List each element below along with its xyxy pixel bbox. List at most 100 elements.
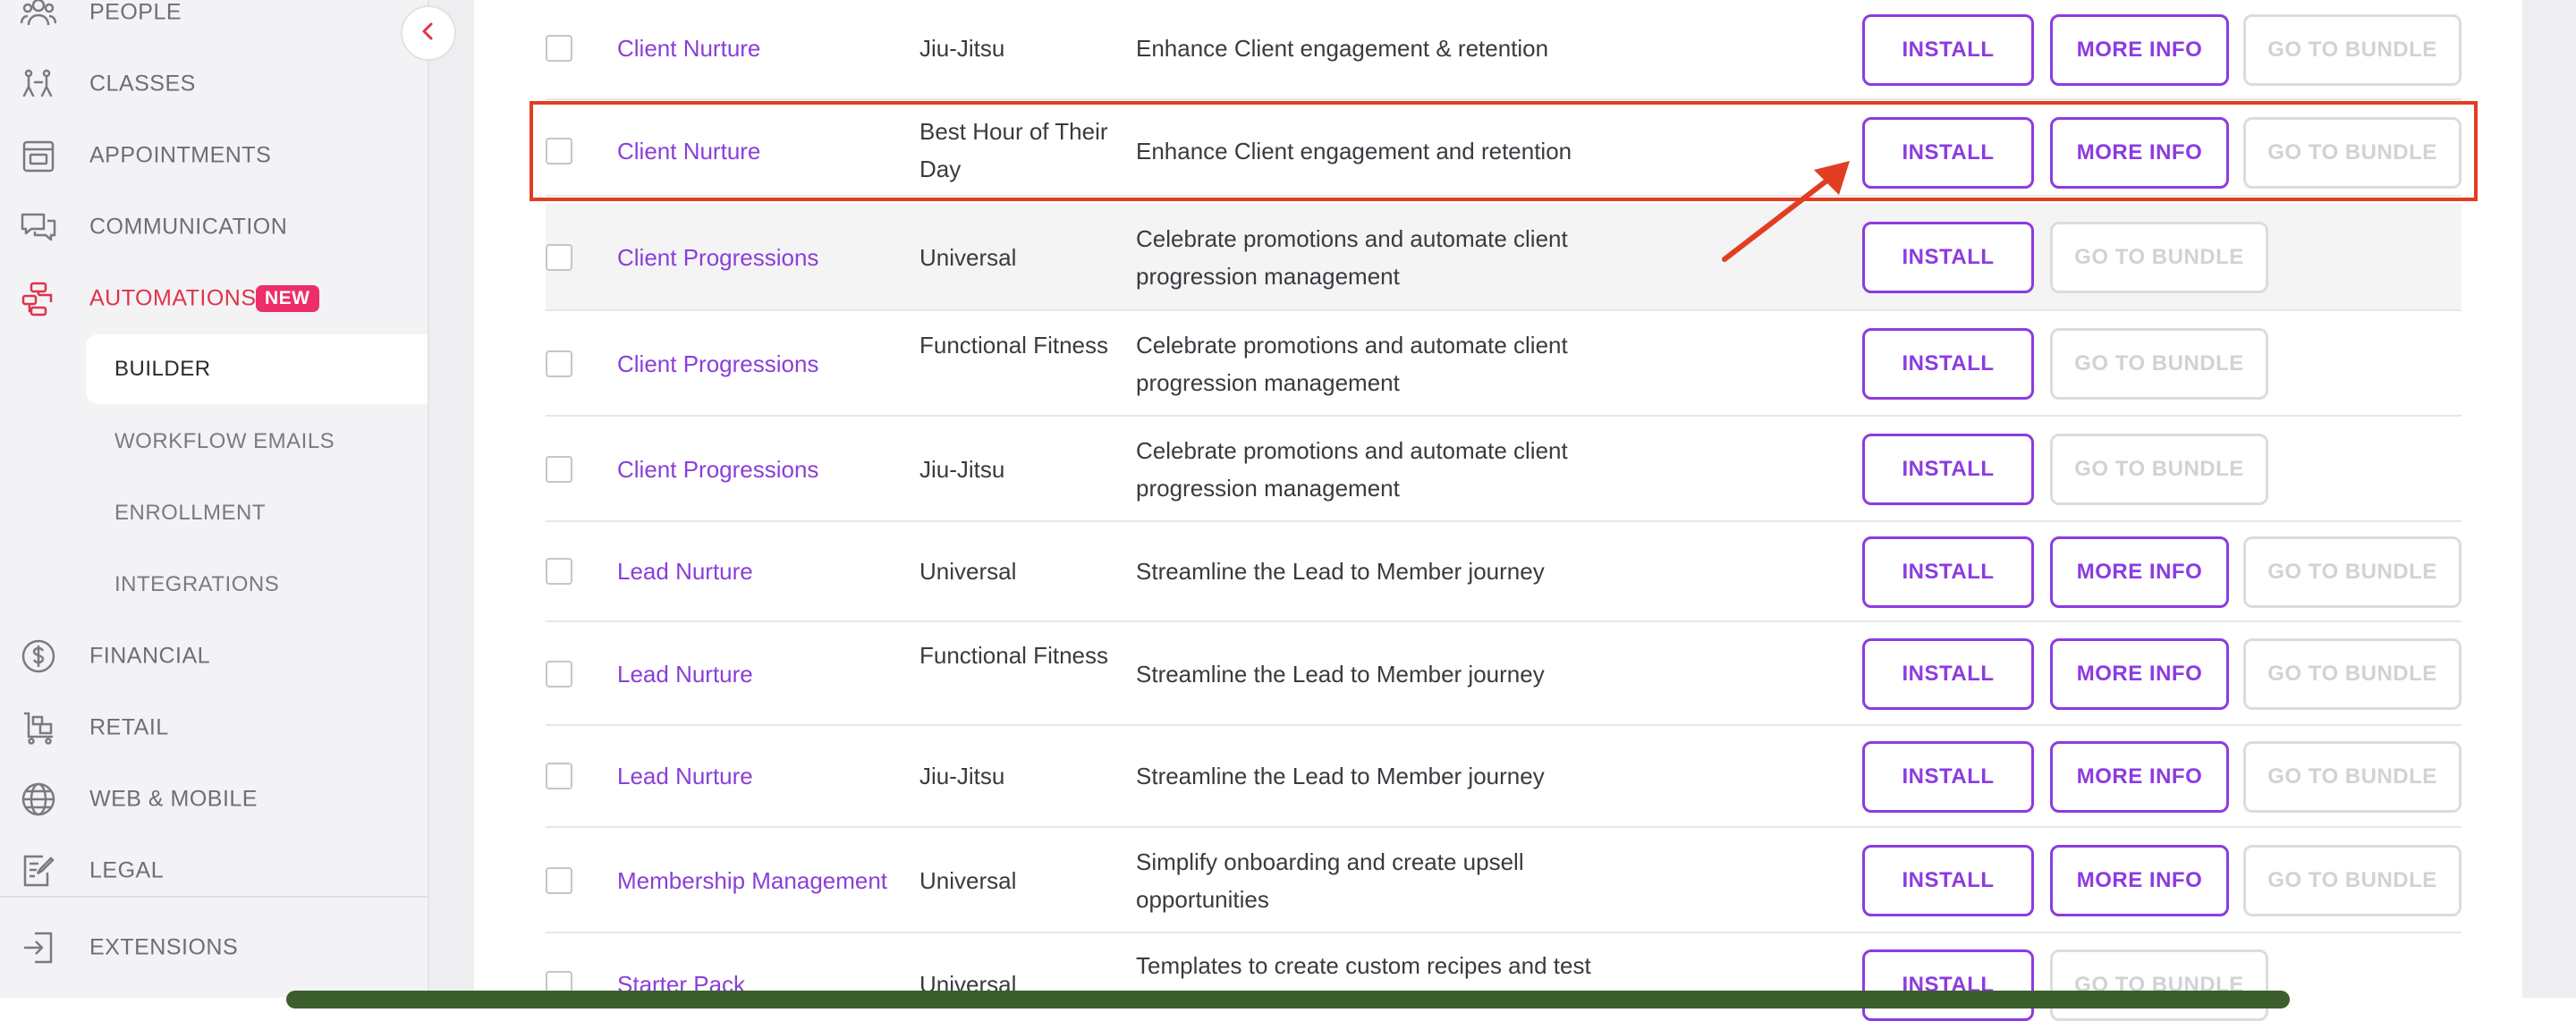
- nav-label-legal: LEGAL: [89, 857, 165, 883]
- dollar-icon: [20, 637, 57, 675]
- template-name-link[interactable]: Lead Nurture: [617, 661, 753, 688]
- go-to-bundle-button[interactable]: GO TO BUNDLE: [2050, 434, 2268, 505]
- go-to-bundle-button[interactable]: GO TO BUNDLE: [2243, 741, 2462, 813]
- table-row: Client Nurture Best Hour of Their Day En…: [546, 102, 2462, 197]
- calendar-icon: [20, 137, 57, 174]
- nav-item-extensions[interactable]: EXTENSIONS: [0, 916, 428, 980]
- template-description: Celebrate promotions and automate client…: [1136, 332, 1568, 396]
- row-checkbox[interactable]: [546, 350, 572, 377]
- collapse-sidebar-button[interactable]: [401, 5, 456, 61]
- go-to-bundle-button[interactable]: GO TO BUNDLE: [2243, 117, 2462, 189]
- go-to-bundle-button[interactable]: GO TO BUNDLE: [2243, 14, 2462, 86]
- template-name-link[interactable]: Client Progressions: [617, 350, 818, 378]
- table-row: Starter Pack Universal Templates to crea…: [546, 933, 2462, 1021]
- more-info-button[interactable]: MORE INFO: [2050, 14, 2229, 86]
- template-type: Jiu-Jitsu: [919, 456, 1005, 483]
- install-button[interactable]: INSTALL: [1862, 117, 2034, 189]
- template-type: Universal: [919, 558, 1017, 585]
- table-row: Client Progressions Functional Fitness C…: [546, 311, 2462, 417]
- install-button[interactable]: INSTALL: [1862, 328, 2034, 400]
- nav-item-people[interactable]: PEOPLE: [0, 0, 428, 45]
- table-row: Lead Nurture Universal Streamline the Le…: [546, 522, 2462, 622]
- template-name-link[interactable]: Client Nurture: [617, 35, 760, 63]
- nav-item-classes[interactable]: CLASSES: [0, 52, 428, 116]
- row-checkbox[interactable]: [546, 558, 572, 585]
- row-checkbox[interactable]: [546, 661, 572, 688]
- sub-item-integrations[interactable]: INTEGRATIONS: [86, 550, 428, 620]
- template-type: Jiu-Jitsu: [919, 35, 1005, 62]
- go-to-bundle-button[interactable]: GO TO BUNDLE: [2243, 845, 2462, 916]
- row-checkbox[interactable]: [546, 456, 572, 483]
- template-type: Functional Fitness: [919, 332, 1108, 359]
- template-description: Streamline the Lead to Member journey: [1136, 661, 1545, 688]
- sidebar-divider: [0, 896, 428, 898]
- people-icon: [20, 0, 57, 31]
- table-row: Membership Management Universal Simplify…: [546, 828, 2462, 933]
- install-button[interactable]: INSTALL: [1862, 536, 2034, 608]
- sub-item-builder[interactable]: BUILDER: [86, 334, 428, 404]
- table-row: Lead Nurture Functional Fitness Streamli…: [546, 622, 2462, 726]
- table-row: Client Progressions Universal Celebrate …: [546, 204, 2462, 311]
- automation-templates-table: Client Nurture Jiu-Jitsu Enhance Client …: [474, 0, 2522, 1021]
- nav-item-communication[interactable]: COMMUNICATION: [0, 195, 428, 259]
- more-info-button[interactable]: MORE INFO: [2050, 117, 2229, 189]
- go-to-bundle-button[interactable]: GO TO BUNDLE: [2050, 949, 2268, 1021]
- template-type: Best Hour of Their Day: [919, 118, 1108, 182]
- template-name-link[interactable]: Lead Nurture: [617, 558, 753, 586]
- sub-item-enrollment[interactable]: ENROLLMENT: [86, 478, 428, 548]
- nav-label-communication: COMMUNICATION: [89, 214, 288, 240]
- template-description: Celebrate promotions and automate client…: [1136, 437, 1568, 502]
- more-info-button[interactable]: MORE INFO: [2050, 741, 2229, 813]
- install-button[interactable]: INSTALL: [1862, 949, 2034, 1021]
- more-info-button[interactable]: MORE INFO: [2050, 536, 2229, 608]
- template-description: Enhance Client engagement and retention: [1136, 138, 1572, 165]
- table-row: Client Nurture Jiu-Jitsu Enhance Client …: [546, 0, 2462, 100]
- more-info-button[interactable]: MORE INFO: [2050, 845, 2229, 916]
- automations-icon: [20, 280, 57, 317]
- template-description: Enhance Client engagement & retention: [1136, 35, 1549, 62]
- sub-item-label: INTEGRATIONS: [114, 572, 280, 596]
- template-name-link[interactable]: Client Progressions: [617, 456, 818, 484]
- nav-item-retail[interactable]: RETAIL: [0, 696, 428, 760]
- go-to-bundle-button[interactable]: GO TO BUNDLE: [2243, 638, 2462, 710]
- go-to-bundle-button[interactable]: GO TO BUNDLE: [2050, 328, 2268, 400]
- install-button[interactable]: INSTALL: [1862, 741, 2034, 813]
- install-button[interactable]: INSTALL: [1862, 434, 2034, 505]
- nav-label-retail: RETAIL: [89, 714, 169, 740]
- template-name-link[interactable]: Client Nurture: [617, 138, 760, 165]
- nav-item-automations[interactable]: AUTOMATIONS NEW: [0, 266, 428, 331]
- nav-label-automations: AUTOMATIONS: [89, 285, 257, 311]
- new-badge: NEW: [256, 285, 319, 312]
- template-name-link[interactable]: Lead Nurture: [617, 763, 753, 790]
- template-type: Jiu-Jitsu: [919, 763, 1005, 789]
- sub-item-label: WORKFLOW EMAILS: [114, 429, 335, 453]
- nav-item-legal[interactable]: LEGAL: [0, 839, 428, 903]
- window-bottom-edge: [286, 991, 2290, 1008]
- row-checkbox[interactable]: [546, 35, 572, 62]
- row-checkbox[interactable]: [546, 138, 572, 165]
- nav-item-financial[interactable]: FINANCIAL: [0, 624, 428, 688]
- right-gutter: [2522, 0, 2576, 998]
- row-checkbox[interactable]: [546, 763, 572, 789]
- sub-item-workflow-emails[interactable]: WORKFLOW EMAILS: [86, 407, 428, 477]
- go-to-bundle-button[interactable]: GO TO BUNDLE: [2243, 536, 2462, 608]
- row-checkbox[interactable]: [546, 867, 572, 894]
- sub-item-label: BUILDER: [114, 357, 211, 381]
- more-info-button[interactable]: MORE INFO: [2050, 638, 2229, 710]
- install-button[interactable]: INSTALL: [1862, 845, 2034, 916]
- chevron-left-icon: [419, 21, 438, 46]
- install-button[interactable]: INSTALL: [1862, 14, 2034, 86]
- template-description: Simplify onboarding and create upsell op…: [1136, 848, 1524, 913]
- install-button[interactable]: INSTALL: [1862, 222, 2034, 293]
- install-button[interactable]: INSTALL: [1862, 638, 2034, 710]
- classes-icon: [20, 65, 57, 103]
- template-name-link[interactable]: Membership Management: [617, 867, 887, 895]
- nav-item-web-mobile[interactable]: WEB & MOBILE: [0, 767, 428, 831]
- nav-item-appointments[interactable]: APPOINTMENTS: [0, 123, 428, 188]
- row-checkbox[interactable]: [546, 244, 572, 271]
- template-type: Functional Fitness: [919, 642, 1108, 669]
- nav-label-financial: FINANCIAL: [89, 643, 211, 669]
- template-name-link[interactable]: Client Progressions: [617, 244, 818, 272]
- go-to-bundle-button[interactable]: GO TO BUNDLE: [2050, 222, 2268, 293]
- template-description: Streamline the Lead to Member journey: [1136, 558, 1545, 585]
